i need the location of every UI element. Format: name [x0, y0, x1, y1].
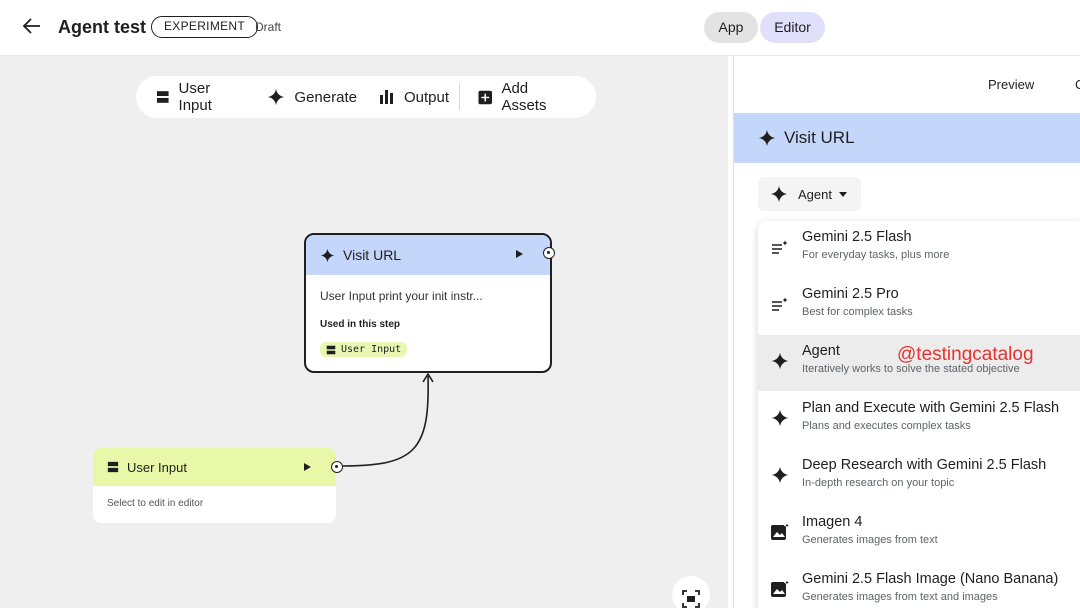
option-gemini-flash-image[interactable]: Gemini 2.5 Flash Image (Nano Banana) Gen… [758, 563, 1080, 608]
fit-view-button[interactable] [672, 576, 710, 608]
draft-status: Draft [255, 20, 282, 34]
project-title: Agent test [58, 17, 147, 37]
option-subtitle: Generates images from text and images [802, 591, 998, 603]
user-input-chip-label: User Input [341, 344, 402, 355]
list-sparkle-icon [772, 297, 788, 311]
option-subtitle: In-depth research on your topic [802, 477, 955, 489]
play-icon[interactable] [514, 249, 524, 259]
user-input-icon [107, 461, 119, 473]
option-subtitle: Generates images from text [802, 534, 938, 546]
option-gemini-2-5-flash[interactable]: Gemini 2.5 Flash For everyday tasks, plu… [758, 221, 1080, 277]
step-title: Visit URL [784, 128, 855, 147]
model-selector-value: Agent [798, 186, 832, 202]
app-tab[interactable]: App [704, 12, 758, 43]
user-input-chip: User Input [320, 342, 408, 357]
option-plan-and-execute[interactable]: Plan and Execute with Gemini 2.5 Flash P… [758, 392, 1080, 448]
sparkle-icon [320, 248, 335, 262]
option-title: Deep Research with Gemini 2.5 Flash [802, 457, 1047, 473]
next-tab-truncated[interactable]: C [1075, 77, 1080, 92]
editor-tab[interactable]: Editor [760, 12, 825, 43]
model-dropdown-menu: Gemini 2.5 Flash For everyday tasks, plu… [758, 221, 1080, 608]
option-title: Gemini 2.5 Flash [802, 229, 912, 245]
option-title: Agent @testingcatalog [802, 343, 1034, 365]
step-settings-panel: Preview C Visit URL Agent Gemini 2.5 Fla… [733, 56, 1080, 608]
play-icon[interactable] [302, 462, 312, 472]
option-subtitle: Iteratively works to solve the stated ob… [802, 363, 1020, 375]
option-title: Gemini 2.5 Pro [802, 286, 899, 302]
user-input-icon [326, 345, 336, 354]
option-title: Plan and Execute with Gemini 2.5 Flash [802, 400, 1060, 416]
used-in-step-label: Used in this step [320, 319, 401, 330]
visit-url-output-port[interactable] [543, 247, 555, 259]
experiment-badge: EXPERIMENT [151, 16, 259, 38]
list-sparkle-icon [772, 240, 788, 254]
user-input-output-port[interactable] [331, 461, 343, 473]
chevron-down-icon [838, 191, 847, 197]
user-input-node-title: User Input [127, 459, 187, 475]
option-subtitle: For everyday tasks, plus more [802, 249, 950, 261]
model-selector[interactable]: Agent [758, 177, 861, 211]
user-input-node[interactable]: User Input Select to edit in editor [93, 448, 336, 523]
user-input-node-header: User Input [93, 448, 336, 486]
option-title: Imagen 4 [802, 514, 863, 530]
option-agent[interactable]: Agent @testingcatalog Iteratively works … [758, 335, 1080, 391]
sparkle-icon [771, 352, 789, 370]
option-title: Gemini 2.5 Flash Image (Nano Banana) [802, 571, 1059, 587]
option-subtitle: Plans and executes complex tasks [802, 420, 971, 432]
visit-url-node-prompt: User Input print your init instr... [320, 289, 483, 303]
sparkle-icon [758, 129, 776, 147]
option-deep-research[interactable]: Deep Research with Gemini 2.5 Flash In-d… [758, 449, 1080, 505]
sparkle-icon [771, 409, 789, 427]
visit-url-node[interactable]: Visit URL User Input print your init ins… [304, 233, 552, 373]
visit-url-node-title: Visit URL [343, 247, 402, 263]
image-sparkle-icon [771, 579, 790, 597]
editor-canvas[interactable]: User Input Generate Output Add Assets Vi… [0, 56, 728, 608]
option-gemini-2-5-pro[interactable]: Gemini 2.5 Pro Best for complex tasks [758, 278, 1080, 334]
step-title-bar: Visit URL [734, 113, 1080, 163]
option-imagen-4[interactable]: Imagen 4 Generates images from text [758, 506, 1080, 562]
option-title-text: Agent [802, 343, 840, 359]
option-subtitle: Best for complex tasks [802, 306, 913, 318]
user-input-node-hint: Select to edit in editor [107, 498, 204, 509]
fit-screen-icon [682, 590, 700, 608]
sparkle-icon [770, 185, 788, 203]
sparkle-icon [771, 466, 789, 484]
image-sparkle-icon [771, 522, 790, 540]
top-bar: Agent test EXPERIMENT Draft App Editor [0, 0, 1080, 56]
back-arrow-icon[interactable] [20, 14, 44, 38]
preview-tab[interactable]: Preview [988, 77, 1034, 92]
